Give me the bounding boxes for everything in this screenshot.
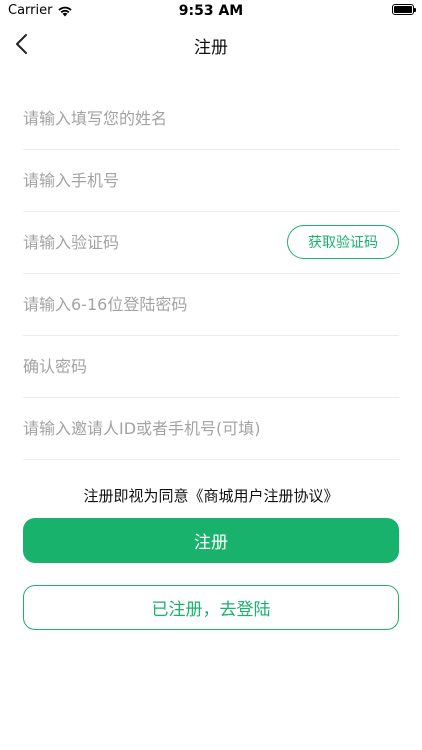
agreement-text: 注册即视为同意《商城用户注册协议》	[0, 485, 422, 506]
invite-input[interactable]	[23, 419, 399, 438]
register-button[interactable]: 注册	[23, 518, 399, 563]
name-input[interactable]	[23, 109, 399, 128]
register-screen: Carrier 9:53 AM 注册 请输入填写您的姓名 请输入手机号 请输入验…	[0, 0, 422, 750]
battery-icon	[392, 4, 416, 15]
page-title: 注册	[194, 38, 228, 58]
nav-bar: 注册	[0, 22, 422, 66]
agreement-link[interactable]: 《商城用户注册协议》	[189, 487, 339, 505]
status-bar-right	[392, 4, 416, 15]
password-input[interactable]	[23, 295, 399, 314]
agreement-prefix: 注册即视为同意	[83, 487, 189, 505]
phone-row	[23, 150, 399, 212]
code-input[interactable]	[23, 233, 273, 252]
code-row: 获取验证码	[23, 212, 399, 274]
battery-level	[394, 6, 412, 13]
confirm-password-input[interactable]	[23, 357, 399, 376]
phone-input[interactable]	[23, 171, 399, 190]
go-login-button[interactable]: 已注册，去登陆	[23, 585, 399, 630]
password-row	[23, 274, 399, 336]
invite-row	[23, 398, 399, 460]
get-code-button[interactable]: 获取验证码	[287, 225, 399, 259]
register-form: 获取验证码	[23, 88, 399, 460]
status-time: 9:53 AM	[178, 3, 244, 19]
status-bar: Carrier 9:53 AM	[0, 0, 422, 22]
confirm-password-row	[23, 336, 399, 398]
name-row	[23, 88, 399, 150]
